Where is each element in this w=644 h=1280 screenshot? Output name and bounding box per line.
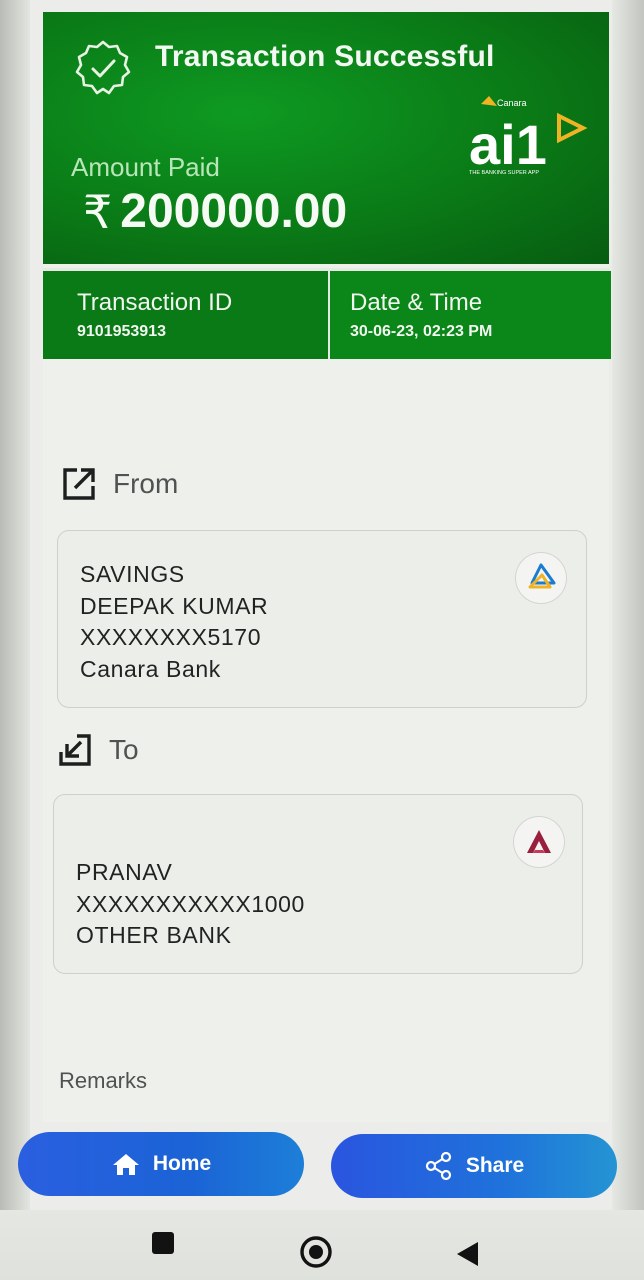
from-account-details: SAVINGS DEEPAK KUMAR XXXXXXXX5170 Canara… [80, 559, 268, 685]
from-section-header: From [59, 464, 178, 504]
from-account-name: DEEPAK KUMAR [80, 592, 269, 619]
axis-bank-icon [514, 817, 564, 867]
from-account-number: XXXXXXXX5170 [80, 624, 262, 650]
share-icon [425, 1151, 451, 1181]
transaction-id-cell: Transaction ID 9101953913 [43, 271, 326, 359]
from-account-card: SAVINGS DEEPAK KUMAR XXXXXXXX5170 Canara… [57, 530, 587, 708]
phone-bezel-right [612, 0, 644, 1280]
home-icon [112, 1154, 139, 1175]
to-account-name: PRANAV [76, 859, 173, 885]
nav-home-button[interactable] [298, 1234, 334, 1270]
to-account-details: PRANAV XXXXXXXXXXX1000 OTHER BANK [76, 857, 305, 952]
amount-label: Amount Paid [71, 152, 220, 182]
from-bank-name: Canara Bank [80, 655, 221, 682]
home-button-label: Home [152, 1152, 212, 1175]
external-link-icon [63, 468, 95, 500]
share-button[interactable]: Share [331, 1134, 617, 1198]
date-time-value: 30-06-23, 02:23 PM [350, 323, 493, 340]
success-check-icon [75, 40, 131, 95]
transaction-id-label: Transaction ID [77, 289, 233, 316]
canara-ai1-logo: Canara ai1 THE BANKING SUPER APP [467, 94, 591, 184]
amount-value: 200000.00 [120, 185, 348, 238]
canara-bank-icon [516, 553, 566, 603]
logo-brand-small: Canara [497, 98, 527, 108]
arrow-down-left-icon [59, 734, 91, 766]
to-section-header: To [55, 730, 139, 770]
date-time-cell: Date & Time 30-06-23, 02:23 PM [328, 271, 611, 359]
to-bank-name: OTHER BANK [76, 922, 232, 948]
from-account-type: SAVINGS [80, 561, 185, 587]
logo-tagline: THE BANKING SUPER APP [469, 170, 539, 176]
transaction-id-value: 9101953913 [77, 323, 166, 340]
date-time-label: Date & Time [350, 289, 483, 316]
nav-back-button[interactable] [454, 1240, 480, 1268]
home-button[interactable]: Home [18, 1132, 304, 1196]
page-title: Transaction Successful [155, 40, 495, 73]
receipt-card: Transaction Successful Canara ai1 THE BA… [43, 12, 611, 1122]
recent-apps-button[interactable] [152, 1232, 174, 1254]
screen: Transaction Successful Canara ai1 THE BA… [30, 0, 612, 1280]
to-label: To [109, 734, 139, 765]
transaction-info-row: Transaction ID 9101953913 Date & Time 30… [43, 268, 611, 359]
rupee-symbol: ₹ [83, 185, 113, 238]
phone-bezel-left [0, 0, 30, 1280]
remarks-label: Remarks [59, 1068, 148, 1093]
logo-brand-big: ai1 [469, 113, 547, 176]
amount-paid: ₹ 200000.00 [83, 184, 347, 239]
to-account-number: XXXXXXXXXXX1000 [76, 890, 305, 917]
to-account-card: PRANAV XXXXXXXXXXX1000 OTHER BANK [53, 794, 583, 974]
from-label: From [113, 468, 179, 499]
share-button-label: Share [465, 1154, 525, 1177]
success-header: Transaction Successful Canara ai1 THE BA… [43, 12, 609, 264]
